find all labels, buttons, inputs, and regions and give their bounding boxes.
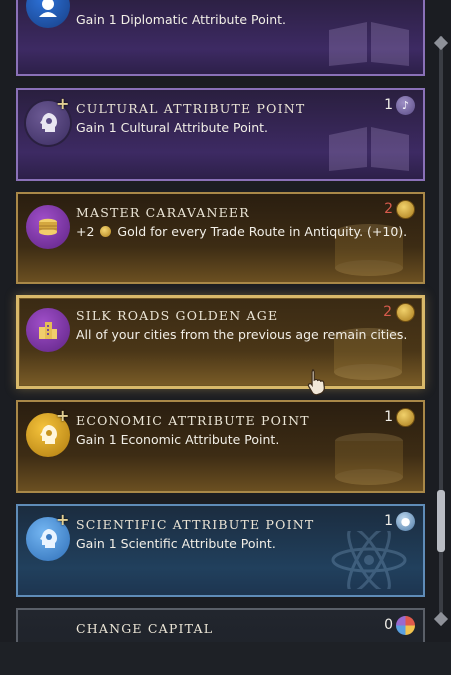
scrollbar-top-cap xyxy=(433,35,449,51)
card-title: MASTER CARAVANEER xyxy=(76,205,250,220)
diplomatic-attribute-icon xyxy=(26,0,70,28)
card-diplomatic-attribute-point[interactable]: Gain 1 Diplomatic Attribute Point. xyxy=(16,0,425,76)
card-cultural-attribute-point[interactable]: + CULTURAL ATTRIBUTE POINT Gain 1 Cultur… xyxy=(16,88,425,181)
card-scientific-attribute-point[interactable]: + SCIENTIFIC ATTRIBUTE POINT Gain 1 Scie… xyxy=(16,504,425,597)
plus-badge-icon: + xyxy=(56,406,70,425)
card-cost: 2 xyxy=(383,304,392,320)
card-title: CULTURAL ATTRIBUTE POINT xyxy=(76,101,306,116)
gold-coin-icon xyxy=(396,408,415,427)
music-note-icon: ♪ xyxy=(396,96,415,115)
bottom-footer-bar xyxy=(0,642,451,675)
card-title: SILK ROADS GOLDEN AGE xyxy=(76,308,279,323)
card-title: CHANGE CAPITAL xyxy=(76,621,214,636)
gold-coin-icon xyxy=(396,303,415,322)
gold-description: Gold for every Trade Route in Antiquity.… xyxy=(117,224,408,239)
card-cost: 1 xyxy=(384,97,393,113)
scrollbar-bottom-cap xyxy=(433,611,449,627)
book-watermark-icon xyxy=(329,127,409,171)
card-description: Gain 1 Economic Attribute Point. xyxy=(76,432,280,447)
card-description: All of your cities from the previous age… xyxy=(76,327,408,342)
card-economic-attribute-point[interactable]: + ECONOMIC ATTRIBUTE POINT Gain 1 Econom… xyxy=(16,400,425,493)
gold-amount: +2 xyxy=(76,224,95,239)
science-flask-icon: ● xyxy=(396,512,415,531)
card-silk-roads-golden-age[interactable]: SILK ROADS GOLDEN AGE All of your cities… xyxy=(16,295,425,389)
legacy-path-list: Gain 1 Diplomatic Attribute Point. + CUL… xyxy=(0,0,451,675)
card-cost: 1 xyxy=(384,513,393,529)
card-cost: 2 xyxy=(384,201,393,217)
gold-coin-icon xyxy=(396,200,415,219)
city-buildings-icon xyxy=(26,308,70,352)
scrollbar-thumb[interactable] xyxy=(437,490,445,552)
plus-badge-icon: + xyxy=(56,94,70,113)
card-description: Gain 1 Scientific Attribute Point. xyxy=(76,536,276,551)
card-title: SCIENTIFIC ATTRIBUTE POINT xyxy=(76,517,315,532)
card-description: Gain 1 Diplomatic Attribute Point. xyxy=(76,12,287,27)
card-description: +2 Gold for every Trade Route in Antiqui… xyxy=(76,224,407,239)
card-cost: 0 xyxy=(384,617,393,633)
plus-badge-icon: + xyxy=(56,510,70,529)
card-description: Gain 1 Cultural Attribute Point. xyxy=(76,120,269,135)
atom-watermark-icon xyxy=(331,531,407,589)
coin-stack-icon xyxy=(26,205,70,249)
coin-stack-watermark-icon xyxy=(335,433,403,485)
multi-yield-icon xyxy=(396,616,415,635)
hand-cursor-icon xyxy=(307,369,325,396)
gold-icon xyxy=(100,226,112,237)
card-cost: 1 xyxy=(384,409,393,425)
card-title: ECONOMIC ATTRIBUTE POINT xyxy=(76,413,310,428)
card-master-caravaneer[interactable]: MASTER CARAVANEER +2 Gold for every Trad… xyxy=(16,192,425,284)
book-watermark-icon xyxy=(329,22,409,66)
